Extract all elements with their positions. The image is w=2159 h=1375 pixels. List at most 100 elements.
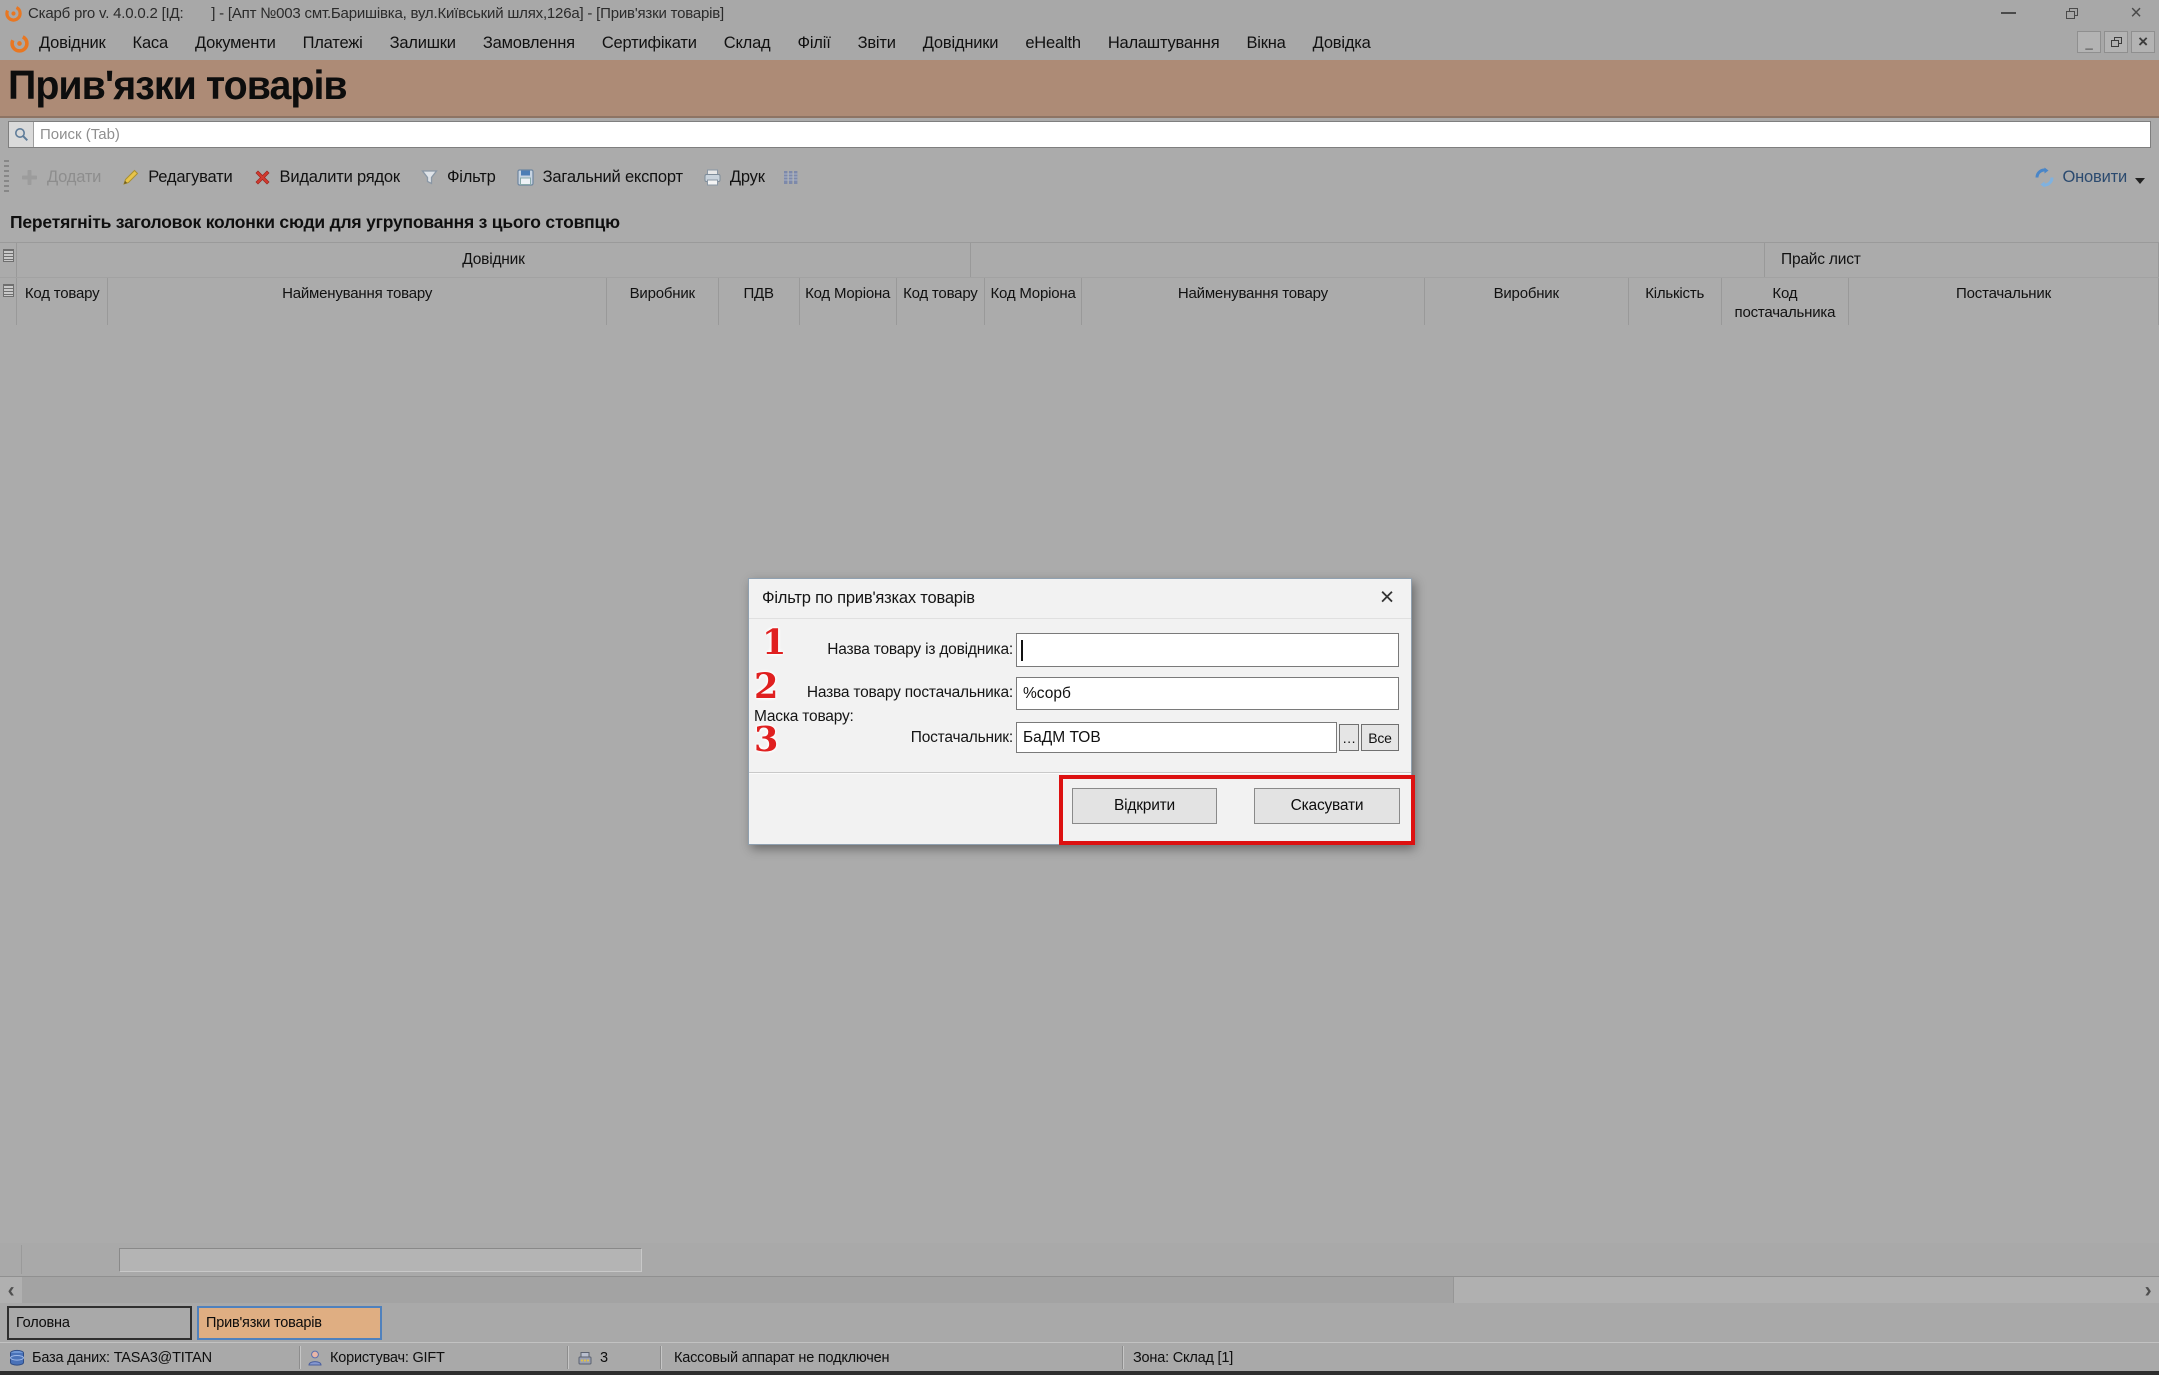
label-supplier: Постачальник: — [789, 729, 1013, 747]
title-bar: Скарб pro v. 4.0.0.2 [ІД: ] - [Апт №003 … — [0, 0, 2159, 26]
supplier-all-button[interactable]: Все — [1361, 724, 1399, 751]
mdi-close-icon[interactable]: × — [2131, 31, 2155, 53]
search-input[interactable] — [34, 122, 2150, 147]
menu-dovidnyky[interactable]: Довідники — [923, 34, 999, 53]
supplier-browse-button[interactable]: … — [1339, 724, 1359, 751]
window-title: Скарб pro v. 4.0.0.2 [ІД: ] - [Апт №003 … — [28, 5, 724, 22]
delete-row-button[interactable]: Видалити рядок — [252, 167, 400, 188]
input-name-directory[interactable] — [1016, 633, 1399, 667]
database-icon — [8, 1349, 26, 1367]
column-naimenuvannia-tovaru-2[interactable]: Найменування товару — [1082, 278, 1425, 325]
user-icon — [306, 1349, 324, 1367]
column-kod-tovaru[interactable]: Код товару — [17, 278, 108, 325]
group-header-row: Довідник Прайс лист — [0, 243, 2159, 277]
mdi-restore-icon[interactable] — [2104, 31, 2128, 53]
status-database: База даних: TASA3@TITAN — [8, 1343, 212, 1372]
column-kod-moriona-2[interactable]: Код Моріона — [985, 278, 1082, 325]
annotation-number-3: 3 — [754, 719, 778, 760]
app-logo-icon — [5, 5, 22, 22]
status-cash-state: Кассовый аппарат не подключен — [674, 1343, 889, 1372]
status-separator — [299, 1346, 300, 1369]
menu-dovidnyk[interactable]: Довідник — [39, 34, 106, 53]
add-button[interactable]: Додати — [19, 167, 101, 188]
table-header: Довідник Прайс лист Код товару Найменува… — [0, 242, 2159, 326]
group-header-empty — [971, 243, 1765, 277]
mdi-minimize-icon[interactable]: _ — [2077, 31, 2101, 53]
export-floppy-icon — [515, 167, 536, 188]
label-name-supplier: Назва товару постачальника: — [789, 684, 1013, 702]
status-zone-label: Зона: Склад [1] — [1133, 1350, 1233, 1366]
columns-icon[interactable] — [780, 167, 801, 188]
toolbar-grip[interactable] — [4, 160, 9, 194]
export-button[interactable]: Загальний експорт — [515, 167, 683, 188]
column-pdv[interactable]: ПДВ — [719, 278, 800, 325]
print-label: Друк — [730, 168, 765, 187]
filter-label: Фільтр — [447, 168, 496, 187]
column-naimenuvannia-tovaru[interactable]: Найменування товару — [108, 278, 607, 325]
menu-zalyshky[interactable]: Залишки — [390, 34, 456, 53]
status-separator — [1122, 1346, 1123, 1369]
scroll-left-icon[interactable]: ‹ — [0, 1277, 22, 1304]
annotation-number-2: 2 — [754, 666, 778, 707]
status-cash-state-label: Кассовый аппарат не подключен — [674, 1350, 889, 1366]
dialog-close-icon[interactable]: × — [1373, 583, 1401, 611]
search-box — [8, 121, 2151, 148]
menu-nalashtuvannia[interactable]: Налаштування — [1108, 34, 1220, 53]
dialog-title-bar[interactable]: Фільтр по прив'язках товарів × — [749, 579, 1411, 619]
status-zone: Зона: Склад [1] — [1133, 1343, 1233, 1372]
menu-bar: Довідник Каса Документи Платежі Залишки … — [0, 26, 2159, 60]
column-postachalnyk[interactable]: Постачальник — [1849, 278, 2159, 325]
column-kod-tovaru-2[interactable]: Код товару — [897, 278, 986, 325]
column-header-row: Код товару Найменування товару Виробник … — [0, 277, 2159, 326]
status-separator — [660, 1346, 661, 1369]
input-supplier[interactable] — [1016, 722, 1337, 753]
tab-holovna[interactable]: Головна — [7, 1306, 192, 1340]
menu-dovidka[interactable]: Довідка — [1313, 34, 1371, 53]
menu-ehealth[interactable]: eHealth — [1025, 34, 1080, 53]
menu-vikna[interactable]: Вікна — [1246, 34, 1285, 53]
horizontal-scrollbar[interactable]: ‹ › — [0, 1276, 2159, 1303]
menu-dokumenty[interactable]: Документи — [195, 34, 276, 53]
status-user: Користувач: GIFT — [306, 1343, 445, 1372]
menu-sertyfikaty[interactable]: Сертифікати — [602, 34, 697, 53]
mdi-window-controls: _ × — [2077, 31, 2155, 53]
tab-pryviazky-tovariv[interactable]: Прив'язки товарів — [197, 1306, 382, 1340]
scroll-right-icon[interactable]: › — [2137, 1277, 2159, 1304]
status-database-label: База даних: TASA3@TITAN — [32, 1350, 212, 1366]
column-kod-postachalnyka[interactable]: Код постачальника — [1722, 278, 1849, 325]
menu-kasa[interactable]: Каса — [133, 34, 168, 53]
edit-button[interactable]: Редагувати — [120, 167, 232, 188]
column-vyrobnyk[interactable]: Виробник — [607, 278, 719, 325]
search-icon — [9, 122, 34, 147]
group-header-dovidnyk[interactable]: Довідник — [17, 243, 971, 277]
close-icon[interactable]: × — [2123, 3, 2149, 23]
inset-panel — [119, 1248, 642, 1272]
label-name-directory: Назва товару із довідника: — [789, 641, 1013, 659]
filter-button[interactable]: Фільтр — [419, 167, 496, 188]
status-separator — [567, 1346, 568, 1369]
window-controls: × — [1995, 0, 2149, 26]
bottom-tabs: Головна Прив'язки товарів — [0, 1303, 2159, 1342]
restore-icon[interactable] — [2059, 3, 2085, 23]
refresh-label: Оновити — [2063, 168, 2127, 187]
menu-zvity[interactable]: Звіти — [858, 34, 896, 53]
menu-filii[interactable]: Філії — [798, 34, 831, 53]
menu-platezhi[interactable]: Платежі — [303, 34, 363, 53]
edit-label: Редагувати — [148, 168, 232, 187]
input-name-supplier[interactable] — [1016, 677, 1399, 710]
menu-sklad[interactable]: Склад — [724, 34, 771, 53]
refresh-button[interactable]: Оновити — [2034, 152, 2145, 202]
dialog-separator — [749, 772, 1411, 774]
column-kod-moriona[interactable]: Код Моріона — [800, 278, 897, 325]
app-window: Скарб pro v. 4.0.0.2 [ІД: ] - [Апт №003 … — [0, 0, 2159, 1375]
minimize-icon[interactable] — [1995, 3, 2021, 23]
print-button[interactable]: Друк — [702, 167, 765, 188]
column-kilkist[interactable]: Кількість — [1629, 278, 1722, 325]
scrollbar-thumb[interactable] — [22, 1277, 1454, 1303]
refresh-dropdown-icon[interactable] — [2135, 178, 2145, 184]
toolbar: Додати Редагувати Видалити рядок Фільтр … — [0, 152, 2159, 202]
menu-zamovlennia[interactable]: Замовлення — [483, 34, 575, 53]
column-vyrobnyk-2[interactable]: Виробник — [1425, 278, 1629, 325]
annotation-highlight-box — [1059, 775, 1415, 845]
group-header-price-list[interactable]: Прайс лист — [1765, 243, 2159, 277]
